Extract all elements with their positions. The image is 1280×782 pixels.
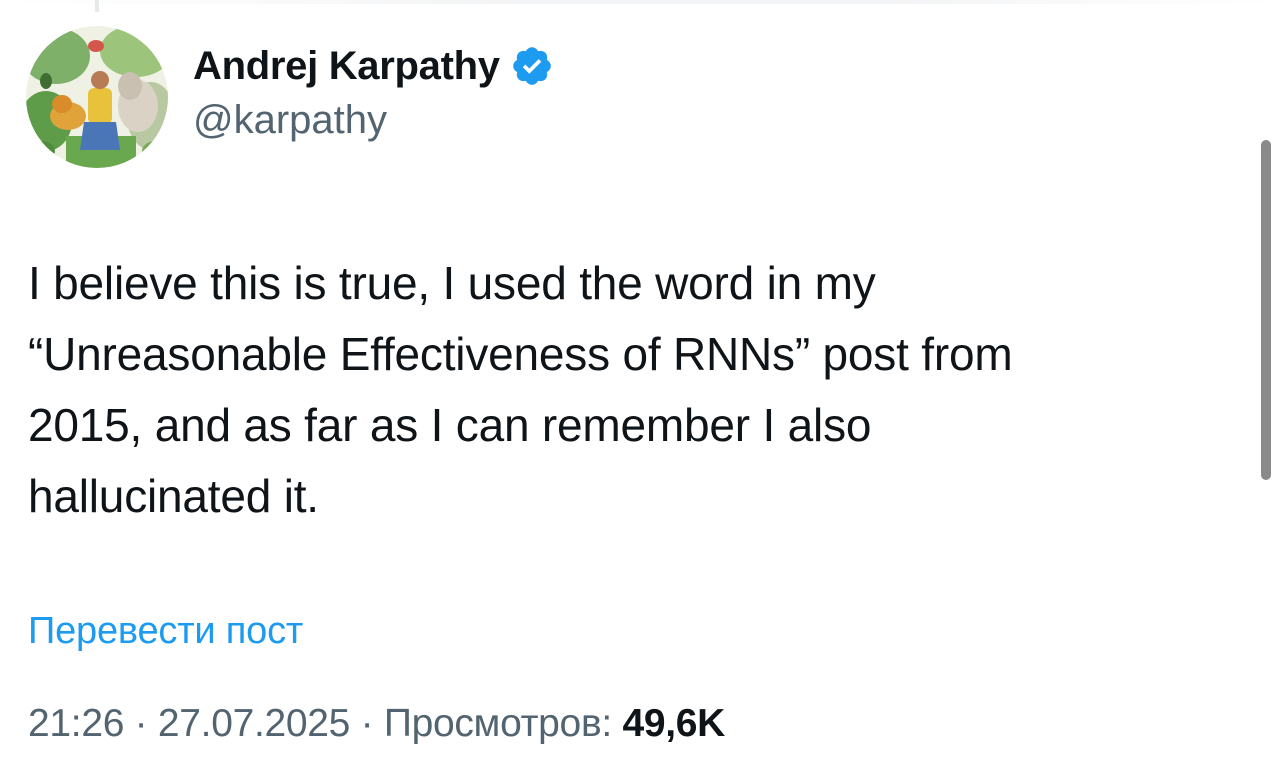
avatar-illustration-icon [26, 26, 168, 168]
tweet-text-line: 2015, and as far as I can remember I als… [28, 399, 872, 451]
tweet-text-line: “Unreasonable Effectiveness of RNNs” pos… [28, 328, 1013, 380]
verified-badge-icon[interactable] [510, 44, 554, 88]
views-count: 49,6K [622, 702, 726, 745]
thread-connector [95, 0, 99, 12]
tweet-date[interactable]: 27.07.2025 [158, 702, 351, 745]
tweet-body: I believe this is true, I used the word … [28, 248, 1228, 532]
meta-separator: · [124, 702, 158, 745]
tweet-meta: 21:26 · 27.07.2025 · Просмотров: 49,6K [28, 702, 725, 746]
author-display-name[interactable]: Andrej Karpathy [193, 44, 500, 89]
top-divider [0, 0, 1280, 4]
tweet-text-line: I believe this is true, I used the word … [28, 257, 876, 309]
tweet-time[interactable]: 21:26 [28, 702, 124, 745]
author-info: Andrej Karpathy @karpathy [193, 40, 554, 143]
author-handle[interactable]: @karpathy [193, 98, 554, 143]
tweet-text-line: hallucinated it. [28, 470, 319, 522]
avatar[interactable] [26, 26, 168, 168]
meta-separator: · [350, 702, 384, 745]
translate-post-link[interactable]: Перевести пост [28, 610, 303, 653]
author-name-row: Andrej Karpathy [193, 40, 554, 92]
views-label: Просмотров: [383, 702, 612, 745]
scrollbar[interactable] [1261, 140, 1271, 480]
